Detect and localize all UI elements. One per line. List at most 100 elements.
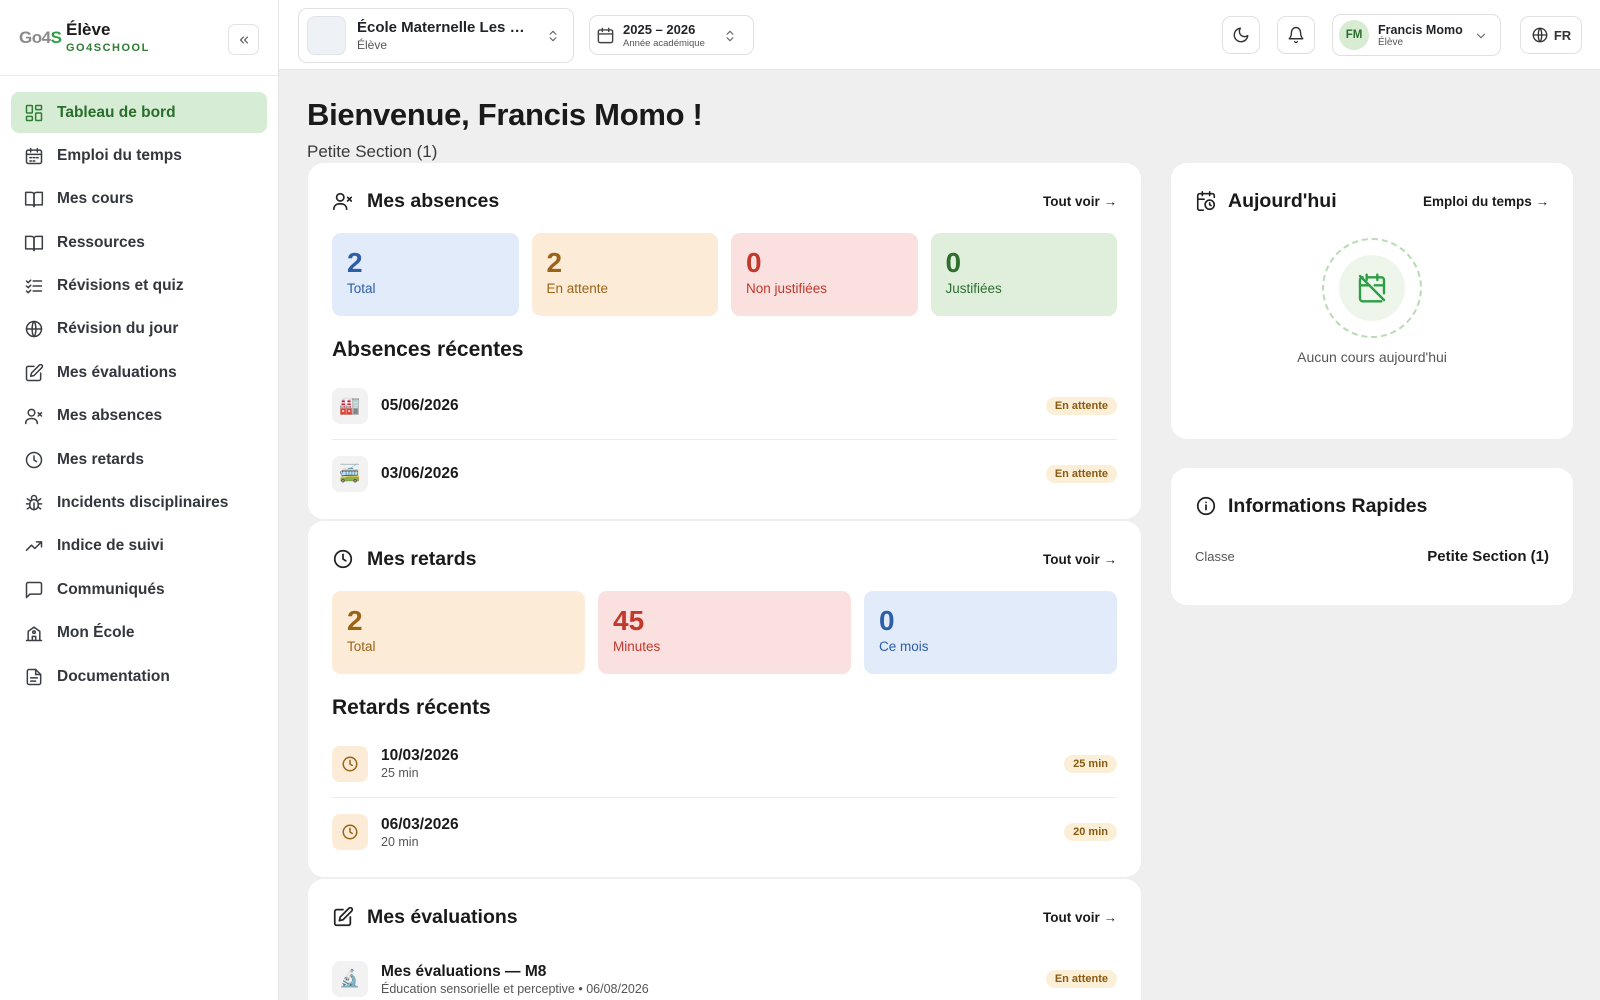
brand-header: Go4S Élève GO4SCHOOL bbox=[0, 0, 278, 76]
brand-name: GO4SCHOOL bbox=[66, 42, 150, 54]
stat-card: 2 En attente bbox=[531, 233, 718, 316]
sidebar-item-mes-cours[interactable]: Mes cours bbox=[11, 179, 267, 220]
today-title: Aujourd'hui bbox=[1228, 189, 1337, 212]
notifications-button[interactable] bbox=[1277, 16, 1315, 54]
language-label: FR bbox=[1553, 27, 1572, 43]
recent-retards-title: Retards récents bbox=[332, 696, 491, 719]
school-selector[interactable]: École Maternelle Les M... Élève bbox=[298, 8, 574, 63]
sidebar: Go4S Élève GO4SCHOOL Tableau de bord Empl… bbox=[0, 0, 279, 1000]
page-title: Bienvenue, Francis Momo ! bbox=[307, 97, 703, 132]
sidebar-item-revision-du-jour[interactable]: Révision du jour bbox=[11, 309, 267, 350]
sidebar-item-label: Ressources bbox=[57, 233, 145, 251]
stat-value: 2 bbox=[546, 247, 563, 278]
sidebar-item-documentation[interactable]: Documentation bbox=[11, 656, 267, 697]
absences-stats: 2 Total 2 En attente 0 Non justifiées 0 Justifi… bbox=[308, 233, 1141, 316]
list-item[interactable]: 10/03/2026 25 min 25 min bbox=[332, 730, 1117, 798]
absences-see-all-link[interactable]: Tout voir → bbox=[1043, 194, 1117, 209]
sidebar-item-label: Emploi du temps bbox=[57, 146, 182, 164]
dashboard-icon bbox=[25, 104, 43, 121]
calendar-icon bbox=[25, 147, 43, 165]
retards-see-all-link[interactable]: Tout voir → bbox=[1043, 552, 1117, 567]
stat-label: Total bbox=[347, 639, 376, 654]
stat-card: 0 Justifiées bbox=[930, 233, 1117, 316]
book-open-icon bbox=[24, 235, 44, 251]
timetable-link[interactable]: Emploi du temps → bbox=[1423, 194, 1549, 209]
retard-duration: 20 min bbox=[381, 834, 419, 849]
sidebar-item-incidents-disciplinaires[interactable]: Incidents disciplinaires bbox=[11, 483, 267, 524]
calendar-clock-icon bbox=[1196, 191, 1216, 211]
absences-card: Mes absences Tout voir → 2 Total 2 En atten… bbox=[308, 163, 1141, 519]
sidebar-item-label: Révisions et quiz bbox=[57, 277, 184, 295]
bug-icon bbox=[25, 494, 43, 511]
sidebar-item-tableau-de-bord[interactable]: Tableau de bord bbox=[11, 92, 267, 133]
empty-state: Aucun cours aujourd'hui bbox=[1171, 238, 1573, 365]
user-x-icon bbox=[24, 408, 43, 425]
clock-icon bbox=[342, 824, 358, 840]
chevron-down-icon bbox=[1476, 33, 1486, 39]
sidebar-item-label: Mes retards bbox=[57, 450, 145, 468]
sidebar-item-communiques[interactable]: Communiqués bbox=[11, 569, 267, 610]
stat-label: Minutes bbox=[613, 639, 661, 654]
sidebar-item-mes-evaluations[interactable]: Mes évaluations bbox=[11, 352, 267, 393]
chevron-updown-icon bbox=[549, 30, 557, 42]
today-card: Aujourd'hui Emploi du temps → Aucun cour… bbox=[1171, 163, 1573, 439]
quick-info-value: Petite Section (1) bbox=[1427, 548, 1549, 565]
chevrons-left-icon bbox=[239, 35, 248, 44]
retard-duration: 25 min bbox=[381, 766, 419, 780]
collapse-sidebar-button[interactable] bbox=[228, 24, 259, 55]
sidebar-item-label: Mes absences bbox=[57, 407, 163, 425]
edit-icon bbox=[333, 906, 354, 927]
stat-card: 0 Ce mois bbox=[864, 591, 1117, 674]
list-item[interactable]: 🔬 Mes évaluations — M8 Éducation sensoriel… bbox=[332, 945, 1117, 1000]
brand-role: Élève bbox=[66, 20, 111, 39]
sidebar-nav: Tableau de bord Emploi du temps Mes cours R… bbox=[0, 76, 278, 697]
language-button[interactable]: FR bbox=[1520, 16, 1582, 54]
recent-absences-list: 🏭 05/06/2026 En attente 🚎 03/06/2026 En atten… bbox=[308, 372, 1141, 508]
absence-emoji-icon: 🏭 bbox=[332, 387, 368, 424]
sidebar-item-mes-absences[interactable]: Mes absences bbox=[11, 396, 267, 437]
academic-year-value: 2025 – 2026 bbox=[623, 21, 696, 37]
sidebar-item-emploi-du-temps[interactable]: Emploi du temps bbox=[11, 135, 267, 176]
duration-badge: 20 min bbox=[1064, 823, 1117, 841]
empty-state-text: Aucun cours aujourd'hui bbox=[1297, 349, 1447, 365]
info-icon bbox=[1196, 496, 1216, 516]
sidebar-item-label: Mon École bbox=[57, 624, 135, 642]
sidebar-item-label: Révision du jour bbox=[57, 320, 179, 338]
sidebar-item-revisions-et-quiz[interactable]: Révisions et quiz bbox=[11, 266, 267, 307]
sidebar-item-label: Documentation bbox=[57, 667, 170, 685]
list-item[interactable]: 🏭 05/06/2026 En attente bbox=[332, 372, 1117, 440]
user-menu-button[interactable]: FM Francis Momo Élève bbox=[1332, 14, 1501, 56]
globe-icon bbox=[25, 321, 43, 338]
status-badge: En attente bbox=[1045, 970, 1117, 988]
stat-value: 2 bbox=[347, 247, 363, 278]
academic-year-selector[interactable]: 2025 – 2026 Année académique bbox=[589, 15, 754, 55]
theme-toggle-button[interactable] bbox=[1222, 16, 1260, 54]
clock-icon bbox=[25, 451, 43, 468]
user-role: Élève bbox=[1378, 36, 1404, 48]
list-item[interactable]: 🚎 03/06/2026 En attente bbox=[332, 440, 1117, 508]
edit-icon bbox=[25, 363, 44, 382]
evaluations-card: Mes évaluations Tout voir → 🔬 Mes évaluat… bbox=[308, 879, 1141, 1000]
sidebar-item-label: Mes évaluations bbox=[57, 363, 177, 381]
quick-info-title: Informations Rapides bbox=[1228, 494, 1428, 517]
duration-badge: 25 min bbox=[1064, 754, 1117, 773]
stat-value: 0 bbox=[945, 247, 962, 278]
user-name: Francis Momo bbox=[1378, 22, 1463, 37]
sidebar-item-ressources[interactable]: Ressources bbox=[11, 222, 267, 263]
user-x-icon bbox=[333, 192, 353, 211]
brand-logo: Go4S bbox=[19, 27, 62, 47]
sidebar-item-label: Indice de suivi bbox=[57, 537, 164, 555]
sidebar-item-indice-de-suivi[interactable]: Indice de suivi bbox=[11, 526, 267, 567]
school-logo bbox=[307, 16, 346, 55]
message-icon bbox=[25, 581, 43, 599]
list-item[interactable]: 06/03/2026 20 min 20 min bbox=[332, 798, 1117, 866]
list-check-icon bbox=[25, 279, 43, 294]
absences-title: Mes absences bbox=[367, 189, 500, 212]
sidebar-item-label: Mes cours bbox=[57, 190, 134, 208]
sidebar-item-mes-retards[interactable]: Mes retards bbox=[11, 439, 267, 480]
evaluations-see-all-link[interactable]: Tout voir → bbox=[1043, 910, 1117, 925]
topbar: École Maternelle Les M... Élève 2025 – 2… bbox=[279, 0, 1600, 70]
empty-state-circle bbox=[1322, 238, 1422, 338]
sidebar-item-mon-ecole[interactable]: Mon École bbox=[11, 613, 267, 654]
globe-icon bbox=[1532, 27, 1548, 43]
